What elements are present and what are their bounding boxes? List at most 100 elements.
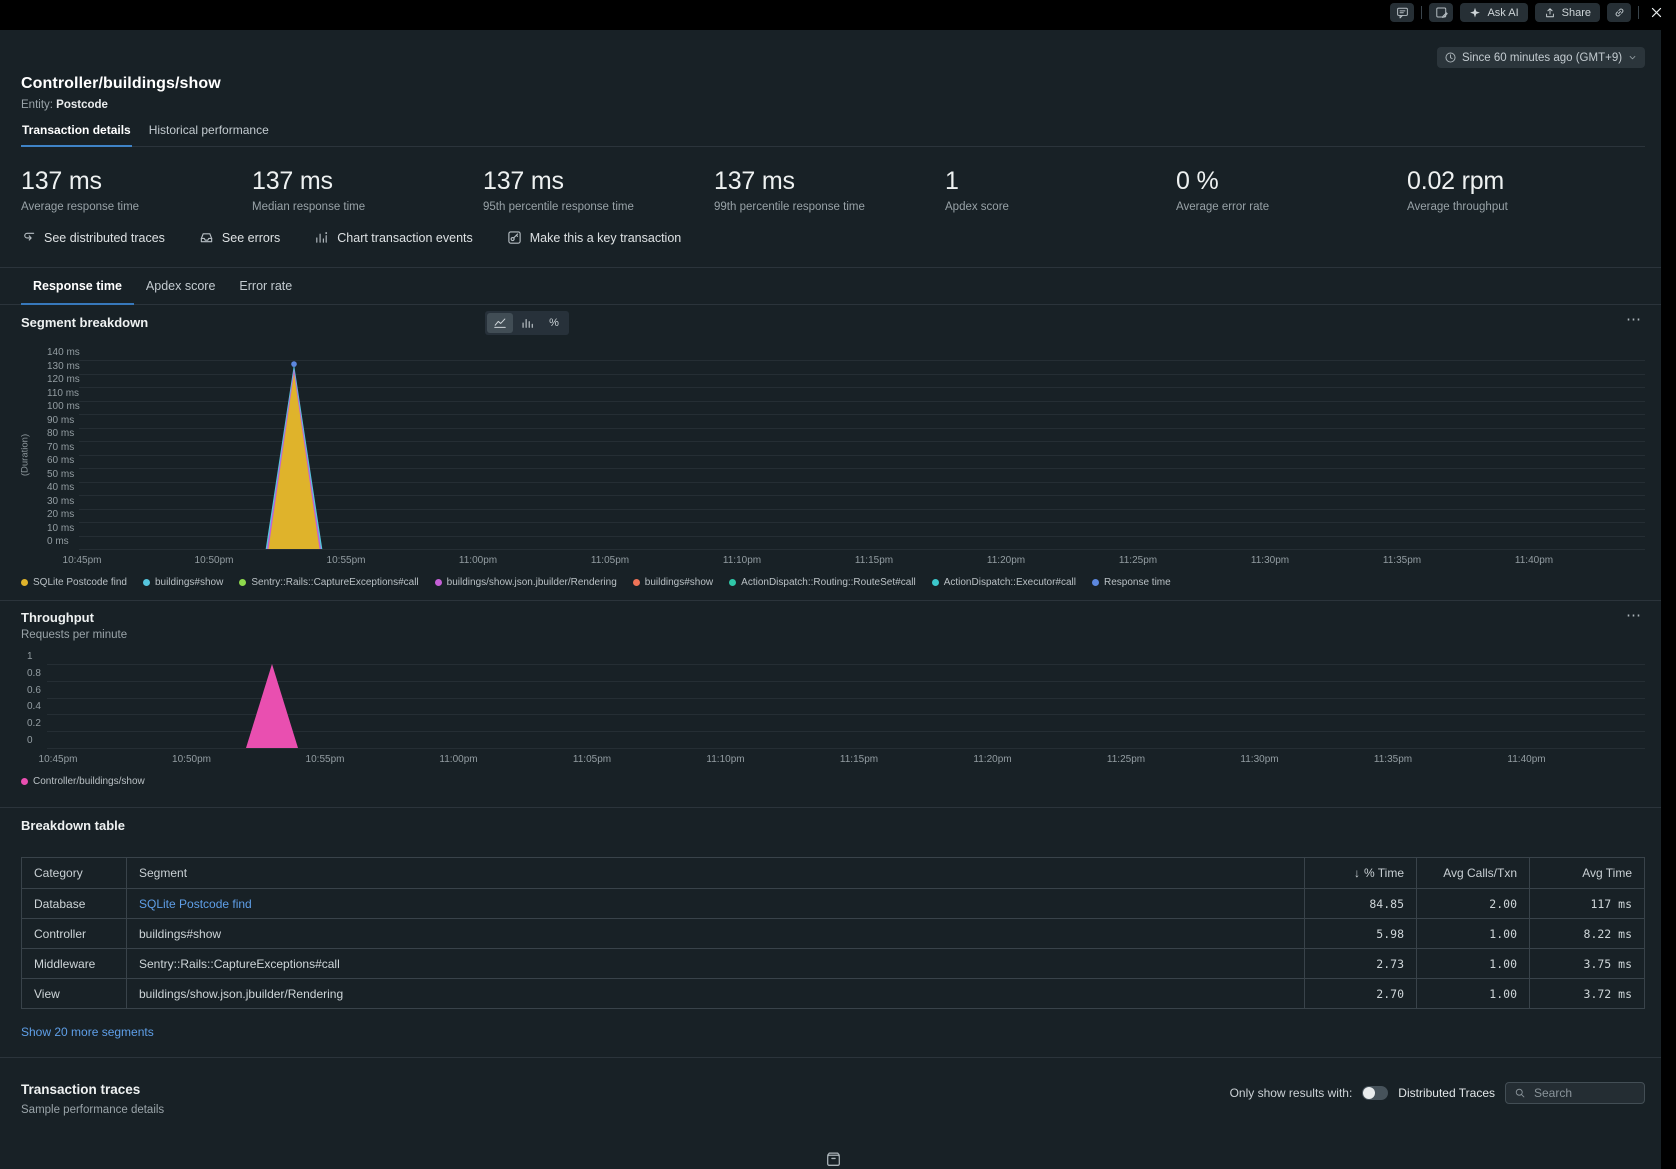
row-category: View: [22, 978, 126, 1008]
share-icon: [1544, 7, 1556, 19]
row-segment: SQLite Postcode find: [126, 888, 1304, 918]
y-axis-tick-label: 0 ms: [47, 536, 69, 548]
ask-ai-button[interactable]: Ask AI: [1460, 3, 1527, 22]
traces-filter-row: Only show results with: Distributed Trac…: [1230, 1082, 1645, 1104]
time-picker-row: Since 60 minutes ago (GMT+9): [21, 47, 1645, 68]
legend-item[interactable]: ActionDispatch::Executor#call: [932, 577, 1076, 588]
x-axis-tick-label: 11:25pm: [1107, 754, 1145, 765]
x-axis-tick-label: 11:30pm: [1240, 754, 1278, 765]
close-drawer-button[interactable]: [1646, 3, 1666, 22]
x-axis-tick-label: 11:20pm: [987, 555, 1025, 566]
show-more-segments-link[interactable]: Show 20 more segments: [21, 1025, 154, 1039]
notes-button[interactable]: [1429, 3, 1453, 22]
segment-breakdown-chart: 140 ms130 ms120 ms110 ms100 ms90 ms80 ms…: [21, 360, 1645, 588]
summary-metric: 1Apdex score: [945, 167, 1176, 213]
close-icon: [1650, 6, 1663, 19]
row-pct-time: 5.98: [1304, 918, 1416, 948]
y-axis-title: (Duration): [20, 433, 31, 475]
spike-SQLite Postcode find: [269, 374, 320, 550]
filter-label: Only show results with:: [1230, 1086, 1353, 1100]
legend-label: Controller/buildings/show: [33, 776, 145, 787]
legend-color-dot: [932, 579, 939, 586]
see-errors-link[interactable]: See errors: [199, 230, 280, 245]
ask-ai-label: Ask AI: [1487, 7, 1518, 19]
x-axis-tick-label: 11:30pm: [1251, 555, 1289, 566]
y-axis-tick-label: 40 ms: [47, 482, 74, 494]
segment-breakdown-legend: SQLite Postcode find buildings#show Sentry…: [21, 577, 1645, 588]
legend-color-dot: [21, 778, 28, 785]
link-icon: [1613, 6, 1626, 19]
metric-value: 137 ms: [483, 167, 714, 196]
row-avg-calls: 2.00: [1416, 888, 1529, 918]
legend-color-dot: [1092, 579, 1099, 586]
tab-apdex-score[interactable]: Apdex score: [134, 279, 227, 304]
x-axis-tick-label: 10:45pm: [39, 754, 78, 765]
tab-error-rate[interactable]: Error rate: [227, 279, 304, 304]
metric-label: Average error rate: [1176, 201, 1407, 213]
metric-label: Average response time: [21, 201, 252, 213]
action-label: Make this a key transaction: [530, 231, 681, 245]
legend-item[interactable]: ActionDispatch::Routing::RouteSet#call: [729, 577, 916, 588]
segment-breakdown-plot-area: 140 ms130 ms120 ms110 ms100 ms90 ms80 ms…: [21, 360, 1645, 549]
legend-item[interactable]: Sentry::Rails::CaptureExceptions#call: [239, 577, 418, 588]
throughput-more-menu[interactable]: ⋯: [1626, 606, 1642, 624]
tab-response-time[interactable]: Response time: [21, 279, 134, 304]
legend-color-dot: [633, 579, 640, 586]
copy-link-button[interactable]: [1607, 3, 1631, 22]
row-category: Database: [22, 888, 126, 918]
throughput-title: Throughput: [21, 610, 1645, 625]
see-distributed-traces-link[interactable]: See distributed traces: [21, 230, 165, 245]
action-label: See distributed traces: [44, 231, 165, 245]
action-label: See errors: [222, 231, 280, 245]
throughput-plot-area: 10.80.60.40.20: [21, 664, 1645, 748]
throughput-chart: 10.80.60.40.20 10:45pm10:50pm10:55pm11:00…: [21, 664, 1645, 787]
col-header-pct-time[interactable]: ↓ % Time: [1304, 858, 1416, 888]
x-axis-tick-label: 11:10pm: [706, 754, 744, 765]
col-header-category[interactable]: Category: [22, 858, 126, 888]
traces-search-input[interactable]: [1532, 1085, 1636, 1101]
percent-icon: %: [549, 317, 559, 329]
legend-item[interactable]: buildings#show: [633, 577, 713, 588]
chart-events-icon: [314, 230, 329, 245]
row-category: Controller: [22, 918, 126, 948]
legend-label: SQLite Postcode find: [33, 577, 127, 588]
y-axis-tick-label: 70 ms: [47, 442, 74, 454]
metric-label: 99th percentile response time: [714, 201, 945, 213]
tab-transaction-details[interactable]: Transaction details: [21, 123, 132, 146]
section-divider: [0, 600, 1661, 601]
main-tabs: Transaction details Historical performan…: [21, 123, 1645, 147]
col-header-avg-calls[interactable]: Avg Calls/Txn: [1416, 858, 1529, 888]
segment-breakdown-more-menu[interactable]: ⋯: [1626, 310, 1642, 328]
traces-search-box: [1505, 1082, 1645, 1104]
make-key-transaction-link[interactable]: Make this a key transaction: [507, 230, 681, 245]
bar-chart-toggle[interactable]: [514, 313, 540, 333]
distributed-traces-toggle[interactable]: [1362, 1086, 1388, 1100]
x-axis-tick-label: 11:20pm: [973, 754, 1011, 765]
summary-metric: 0 %Average error rate: [1176, 167, 1407, 213]
col-header-avg-time[interactable]: Avg Time: [1529, 858, 1644, 888]
share-button[interactable]: Share: [1535, 3, 1600, 22]
y-axis-tick-label: 0.6: [27, 685, 41, 697]
col-header-segment[interactable]: Segment: [126, 858, 1304, 888]
area-chart-toggle[interactable]: [487, 313, 513, 333]
summary-metric: 0.02 rpmAverage throughput: [1407, 167, 1638, 213]
y-axis-tick-label: 10 ms: [47, 523, 74, 535]
segment-breakdown-series-layer: [79, 360, 1645, 549]
legend-item[interactable]: Response time: [1092, 577, 1171, 588]
chart-metric-tabs: Response time Apdex score Error rate: [0, 268, 1661, 305]
tab-historical-performance[interactable]: Historical performance: [148, 123, 270, 146]
throughput-x-axis: 10:45pm10:50pm10:55pm11:00pm11:05pm11:10…: [47, 754, 1645, 767]
segment-link[interactable]: SQLite Postcode find: [139, 897, 252, 911]
legend-item[interactable]: Controller/buildings/show: [21, 776, 145, 787]
legend-item[interactable]: buildings#show: [143, 577, 223, 588]
summary-metrics-row: 137 msAverage response time137 msMedian …: [21, 147, 1645, 213]
y-axis-tick-label: 0.2: [27, 718, 41, 730]
feedback-button[interactable]: [1390, 3, 1414, 22]
metric-value: 137 ms: [714, 167, 945, 196]
chart-transaction-events-link[interactable]: Chart transaction events: [314, 230, 473, 245]
time-range-picker[interactable]: Since 60 minutes ago (GMT+9): [1437, 47, 1645, 68]
legend-item[interactable]: buildings/show.json.jbuilder/Rendering: [435, 577, 617, 588]
legend-item[interactable]: SQLite Postcode find: [21, 577, 127, 588]
percent-chart-toggle[interactable]: %: [541, 313, 567, 333]
y-axis-tick-label: 100 ms: [47, 401, 80, 413]
